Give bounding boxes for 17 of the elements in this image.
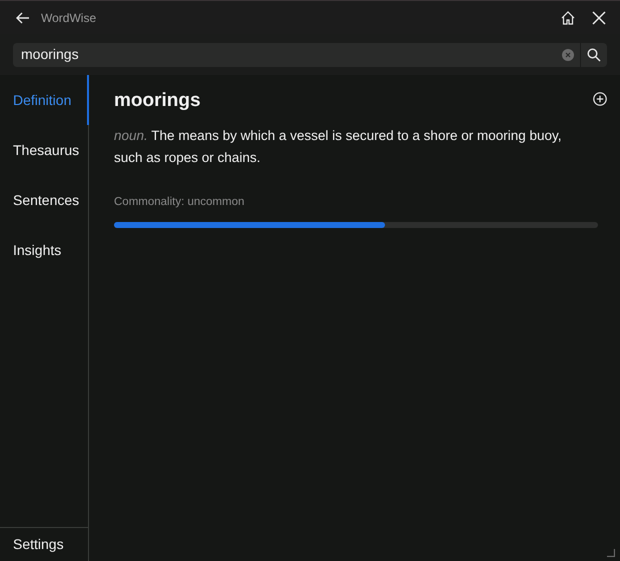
search-bar[interactable]: moorings [13, 42, 607, 66]
nav-tab[interactable]: Thesaurus [0, 125, 89, 175]
settings-item[interactable]: Settings [13, 534, 64, 555]
search-icon[interactable] [587, 48, 601, 62]
clear-icon[interactable] [562, 48, 574, 60]
nav-tab[interactable]: Insights [0, 225, 89, 275]
add-icon[interactable] [593, 92, 607, 106]
nav-tab[interactable]: Definition [0, 75, 89, 125]
home-icon[interactable] [560, 10, 576, 26]
window-title: WordWise [41, 10, 96, 26]
headword: moorings [114, 89, 201, 113]
nav-tab[interactable]: Sentences [0, 175, 89, 225]
definition-text: noun. The means by which a vessel is secured to a shore or mooring buoy, such as ropes or chains. [114, 126, 563, 167]
close-icon[interactable] [592, 10, 606, 24]
commonality-label: Commonality: uncommon [114, 194, 246, 210]
resize-grip-icon[interactable] [607, 549, 615, 557]
back-icon[interactable] [15, 10, 31, 26]
